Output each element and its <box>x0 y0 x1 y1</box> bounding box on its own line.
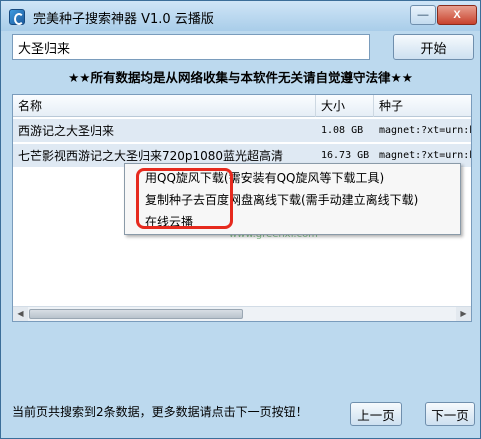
annotation-highlight-box <box>136 168 233 229</box>
legal-notice: ★★所有数据均是从网络收集与本软件无关请自觉遵守法律★★ <box>68 70 413 85</box>
search-input[interactable] <box>12 34 370 60</box>
minimize-button[interactable]: — <box>410 5 436 25</box>
status-text: 当前页共搜索到2条数据，更多数据请点击下一页按钮！ <box>12 405 308 419</box>
column-header-seed[interactable]: 种子 <box>374 95 471 117</box>
scroll-right-icon[interactable]: ▶ <box>456 307 471 321</box>
row-name: 西游记之大圣归来 <box>18 124 115 138</box>
column-header-name[interactable]: 名称 <box>13 95 316 117</box>
list-header: 名称 大小 种子 <box>13 95 471 117</box>
title-bar[interactable]: 完美种子搜索神器 V1.0 云播版 — X <box>1 1 480 31</box>
row-seed: magnet:?xt=urn:b <box>379 125 471 136</box>
prev-page-button[interactable]: 上一页 <box>350 402 402 426</box>
next-page-button[interactable]: 下一页 <box>425 402 475 426</box>
horizontal-scrollbar[interactable]: ◀ ▶ <box>13 306 471 321</box>
close-button[interactable]: X <box>437 5 477 25</box>
app-window: 完美种子搜索神器 V1.0 云播版 — X 开始 ★★所有数据均是从网络收集与本… <box>0 0 481 439</box>
scroll-left-icon[interactable]: ◀ <box>13 307 28 321</box>
table-row[interactable]: 西游记之大圣归来 1.08 GB magnet:?xt=urn:b <box>13 119 471 143</box>
column-header-size[interactable]: 大小 <box>316 95 374 117</box>
window-title: 完美种子搜索神器 V1.0 云播版 <box>33 12 214 27</box>
scrollbar-thumb[interactable] <box>29 309 243 319</box>
app-logo-icon <box>9 9 25 25</box>
row-size: 1.08 GB <box>321 125 364 136</box>
start-search-button[interactable]: 开始 <box>393 34 474 60</box>
